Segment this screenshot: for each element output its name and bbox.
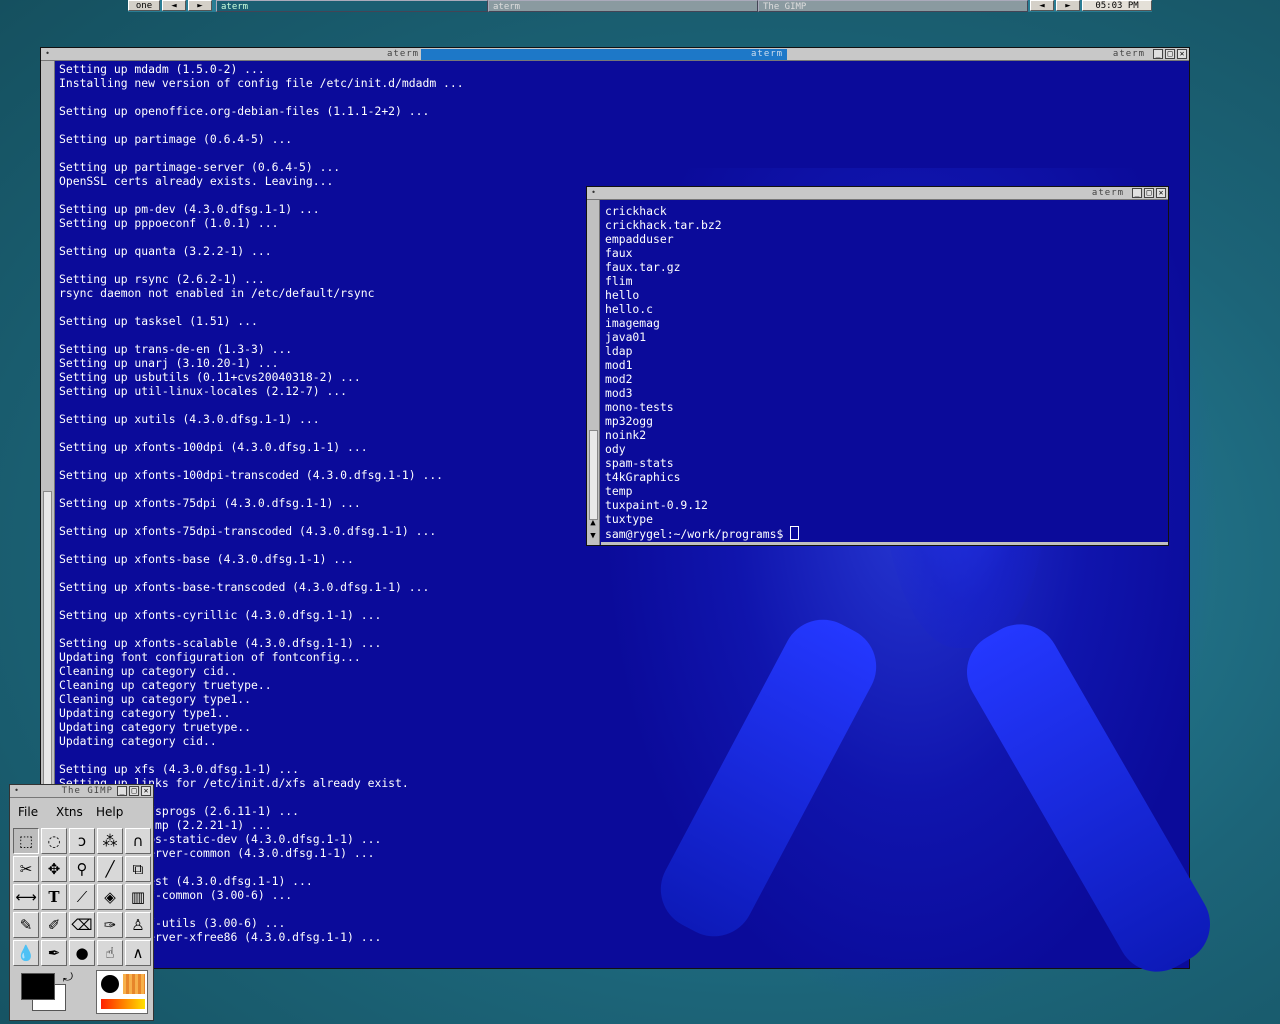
paintbrush-tool-icon[interactable]: ✐ [41, 912, 67, 938]
prev-task-button[interactable]: ◄ [1030, 0, 1054, 11]
gradient-preview[interactable] [101, 999, 145, 1009]
taskbar-item-aterm-1[interactable]: aterm [216, 0, 488, 12]
scissors-tool-icon[interactable]: ✂ [13, 856, 39, 882]
text-tool-icon[interactable]: T [41, 884, 67, 910]
cursor [790, 526, 800, 540]
small-terminal-output[interactable]: crickhack crickhack.tar.bz2 empadduser f… [605, 204, 722, 526]
clock: 05:03 PM [1082, 0, 1152, 11]
bezier-select-tool-icon[interactable]: ∩ [125, 828, 151, 854]
menu-file[interactable]: File [18, 805, 38, 819]
blur-tool-icon[interactable]: 💧 [13, 940, 39, 966]
swap-colors-icon[interactable]: ⤾ [63, 970, 73, 985]
maximize-button[interactable]: □ [129, 786, 139, 796]
airbrush-tool-icon[interactable]: ✑ [97, 912, 123, 938]
close-button[interactable]: ✕ [141, 786, 151, 796]
maximize-button[interactable]: □ [1144, 188, 1154, 198]
foreground-color-swatch[interactable] [21, 973, 55, 1000]
rect-select-tool-icon[interactable]: ⬚ [13, 828, 39, 854]
close-button[interactable]: ✕ [1156, 188, 1166, 198]
main-terminal-titlebar[interactable]: • aterm aterm aterm _ □ ✕ [41, 48, 1189, 61]
flip-tool-icon[interactable]: ⟷ [13, 884, 39, 910]
top-panel: one ◄ ► aterm aterm The GIMP ◄ ► 05:03 P… [128, 0, 1152, 12]
transform-tool-icon[interactable]: ⧉ [125, 856, 151, 882]
eraser-tool-icon[interactable]: ⌫ [69, 912, 95, 938]
small-terminal-title: aterm [1091, 188, 1124, 198]
minimize-button[interactable]: _ [1132, 188, 1142, 198]
next-task-button[interactable]: ► [1056, 0, 1080, 11]
clone-tool-icon[interactable]: ♙ [125, 912, 151, 938]
window-menu-icon[interactable]: • [12, 787, 21, 795]
blend-tool-icon[interactable]: ▥ [125, 884, 151, 910]
small-terminal-titlebar[interactable]: • aterm _ □ ✕ [587, 187, 1168, 200]
small-terminal-window[interactable]: • aterm _ □ ✕ ▲ ▼ crickhack crickhack.ta… [587, 187, 1168, 545]
taskbar-item-aterm-2[interactable]: aterm [488, 0, 758, 12]
minimize-button[interactable]: _ [117, 786, 127, 796]
title-text-3: aterm [1112, 49, 1145, 59]
brush-preview[interactable] [101, 975, 119, 993]
dodge-burn-tool-icon[interactable]: ● [69, 940, 95, 966]
gimp-title: The GIMP [61, 786, 113, 796]
scroll-down-icon[interactable]: ▼ [588, 531, 598, 542]
color-picker-tool-icon[interactable]: ⟋ [69, 884, 95, 910]
menu-help[interactable]: Help [96, 805, 123, 819]
smudge-tool-icon[interactable]: ☝ [97, 940, 123, 966]
ellipse-select-tool-icon[interactable]: ◌ [41, 828, 67, 854]
move-tool-icon[interactable]: ✥ [41, 856, 67, 882]
ink-tool-icon[interactable]: ✒ [41, 940, 67, 966]
pattern-preview[interactable] [123, 974, 145, 994]
measure-tool-icon[interactable]: ∧ [125, 940, 151, 966]
gimp-toolbox-window[interactable]: • The GIMP _ □ ✕ File Xtns Help ⬚ ◌ ↄ ⁂ … [10, 785, 153, 1020]
window-menu-icon[interactable]: • [43, 50, 52, 58]
prev-desktop-button[interactable]: ◄ [162, 0, 186, 11]
gimp-titlebar[interactable]: • The GIMP _ □ ✕ [10, 785, 153, 798]
prompt-text: sam@rygel:~/work/programs$ [605, 527, 791, 541]
title-active-strip [421, 49, 787, 60]
fuzzy-select-tool-icon[interactable]: ⁂ [97, 828, 123, 854]
minimize-button[interactable]: _ [1153, 49, 1163, 59]
shell-prompt[interactable]: sam@rygel:~/work/programs$ [605, 526, 800, 541]
taskbar-item-gimp[interactable]: The GIMP [758, 0, 1028, 12]
menu-xtns[interactable]: Xtns [56, 805, 83, 819]
maximize-button[interactable]: □ [1165, 49, 1175, 59]
desktop-switch-button[interactable]: one [128, 0, 160, 11]
pencil-tool-icon[interactable]: ✎ [13, 912, 39, 938]
fg-bg-colors[interactable]: ⤾ [18, 970, 88, 1015]
scroll-thumb[interactable] [589, 430, 598, 520]
scroll-up-icon[interactable]: ▲ [588, 518, 598, 529]
gimp-menubar: File Xtns Help [10, 803, 153, 821]
crop-tool-icon[interactable]: ╱ [97, 856, 123, 882]
window-menu-icon[interactable]: • [589, 189, 598, 197]
close-button[interactable]: ✕ [1177, 49, 1187, 59]
next-desktop-button[interactable]: ► [188, 0, 212, 11]
brush-pattern-gradient[interactable] [96, 970, 148, 1014]
lasso-tool-icon[interactable]: ↄ [69, 828, 95, 854]
small-terminal-scrollbar[interactable]: ▲ ▼ [587, 200, 600, 545]
bucket-fill-tool-icon[interactable]: ◈ [97, 884, 123, 910]
title-text-2: aterm [751, 49, 784, 59]
bottom-border [601, 542, 1168, 545]
title-text-1: aterm [387, 49, 420, 59]
zoom-tool-icon[interactable]: ⚲ [69, 856, 95, 882]
